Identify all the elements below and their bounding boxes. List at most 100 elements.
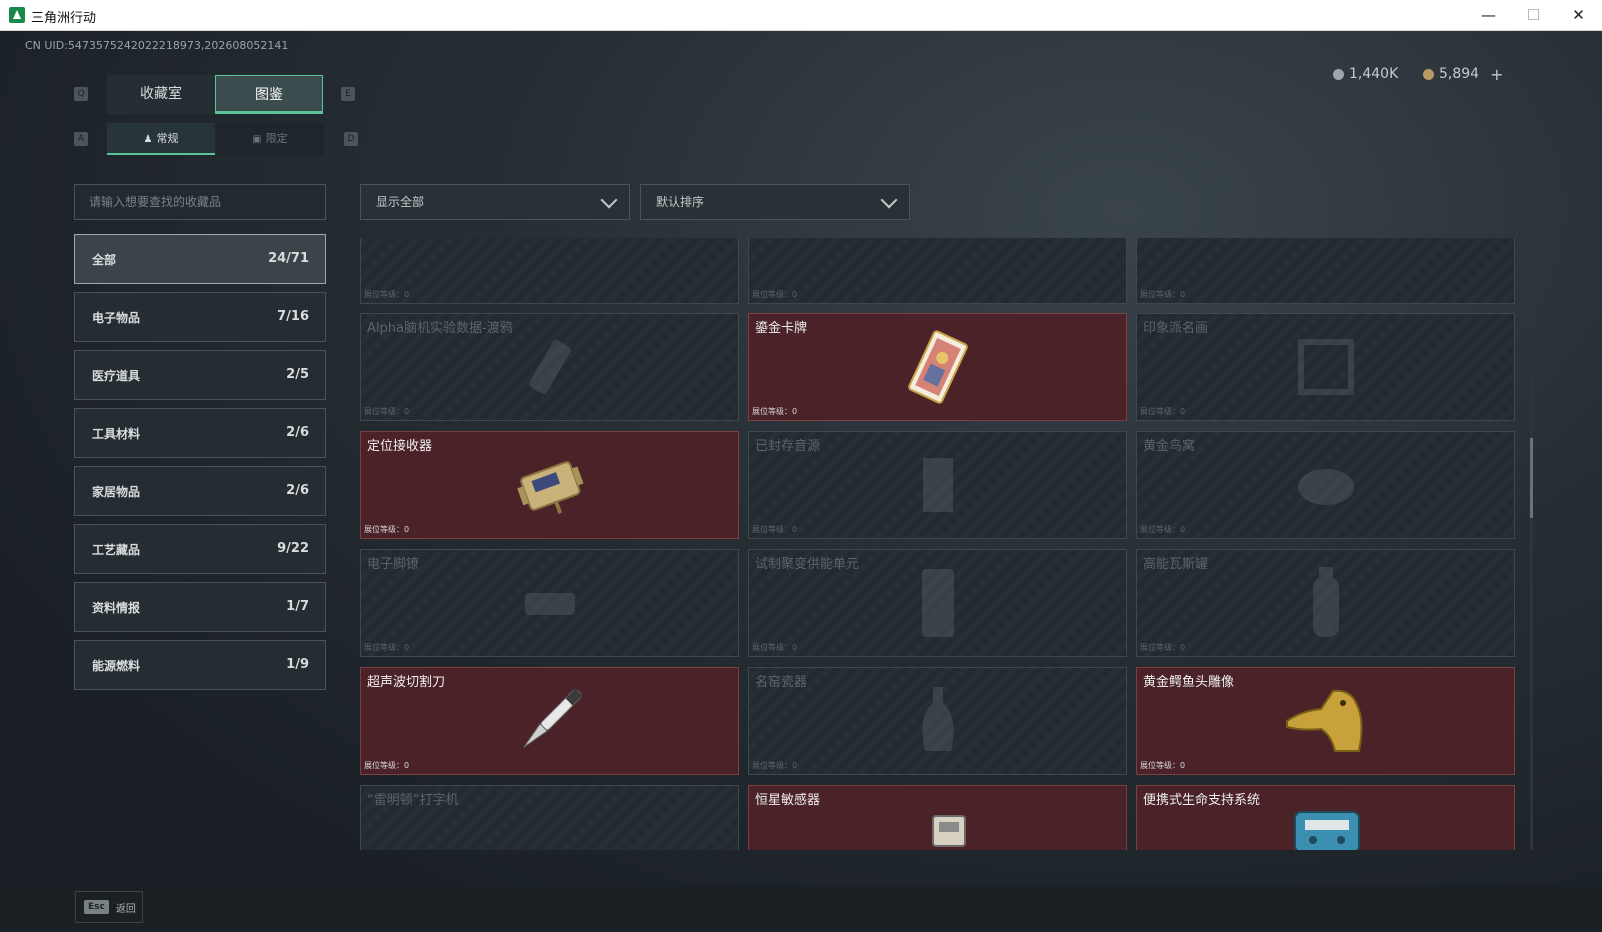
subtab-limited[interactable]: ▣ 限定 — [216, 123, 324, 155]
category-count: 24/71 — [268, 251, 309, 266]
collection-card[interactable]: 高能瓦斯罐 展位等级：0 — [1136, 549, 1515, 657]
collection-card[interactable]: 超声波切割刀 展位等级：0 — [360, 667, 739, 775]
game-viewport: CN UID:5473575242022218973,202608052141 … — [0, 31, 1602, 932]
ankle-monitor-icon — [524, 593, 575, 615]
card-level: 展位等级：0 — [752, 525, 798, 534]
receiver-icon — [516, 461, 583, 514]
collection-card[interactable]: 展位等级：0 — [1136, 238, 1515, 304]
category-name: 全部 — [92, 253, 117, 267]
collection-card[interactable]: 展位等级：0 — [360, 238, 739, 304]
bird-nest-icon — [1297, 469, 1354, 505]
card-level: 展位等级：0 — [364, 643, 410, 652]
card-level: 展位等级：0 — [1140, 525, 1186, 534]
card-title: 已封存音源 — [755, 439, 821, 454]
card-level: 展位等级：0 — [752, 643, 798, 652]
card-title: 恒星敏感器 — [755, 793, 821, 808]
minimize-button[interactable]: — — [1466, 0, 1511, 30]
category-name: 工具材料 — [92, 427, 141, 441]
silver-coin-icon — [1333, 68, 1344, 80]
silver-currency: 1,440K — [1333, 65, 1398, 83]
gold-currency[interactable]: 5,894 + — [1423, 65, 1504, 84]
category-medical[interactable]: 医疗道具 2/5 — [74, 350, 326, 400]
category-name: 医疗道具 — [92, 369, 141, 383]
card-title: 超声波切割刀 — [367, 675, 446, 690]
category-tools[interactable]: 工具材料 2/6 — [74, 408, 326, 458]
card-title: 便携式生命支持系统 — [1143, 793, 1261, 808]
collection-card[interactable]: 名窑瓷器 展位等级：0 — [748, 667, 1127, 775]
collection-card[interactable]: 便携式生命支持系统 展位等级：0 — [1136, 785, 1515, 850]
data-drive-icon — [528, 340, 571, 394]
card-level: 展位等级：0 — [1140, 761, 1186, 770]
category-energy[interactable]: 能源燃料 1/9 — [74, 640, 326, 690]
card-title: 鎏金卡牌 — [755, 321, 808, 336]
card-title: Alpha脑机实验数据-渡鸦 — [367, 321, 513, 336]
collection-card[interactable]: 定位接收器 展位等级：0 — [360, 431, 739, 539]
maximize-button[interactable]: ☐ — [1511, 0, 1556, 30]
collection-card[interactable]: 恒星敏感器 展位等级：0 — [748, 785, 1127, 850]
category-household[interactable]: 家居物品 2/6 — [74, 466, 326, 516]
chevron-down-icon — [880, 191, 898, 209]
grid-scrollbar[interactable] — [1530, 238, 1533, 850]
subtab-regular-label: 常规 — [156, 132, 179, 145]
collection-grid[interactable]: 展位等级：0 展位等级：0 展位等级：0 Alpha脑机实验数据-渡鸦 展位等级… — [360, 238, 1525, 850]
card-title: 试制聚变供能单元 — [755, 557, 860, 572]
card-level: 展位等级：0 — [364, 525, 410, 534]
add-currency-button[interactable]: + — [1490, 65, 1503, 84]
collection-card[interactable]: 展位等级：0 — [748, 238, 1127, 304]
grid-scrollbar-thumb[interactable] — [1530, 438, 1533, 518]
sort-dropdown[interactable]: 默认排序 — [640, 184, 910, 220]
category-crafts[interactable]: 工艺藏品 9/22 — [74, 524, 326, 574]
category-name: 电子物品 — [92, 311, 141, 325]
collection-card[interactable]: 黄金鳄鱼头雕像 展位等级：0 — [1136, 667, 1515, 775]
collection-card[interactable]: Alpha脑机实验数据-渡鸦 展位等级：0 — [360, 313, 739, 421]
back-button[interactable]: Esc 返回 — [75, 891, 143, 923]
card-level: 展位等级：0 — [364, 290, 410, 299]
tab-collection-room[interactable]: 收藏室 — [107, 75, 215, 114]
card-title: 高能瓦斯罐 — [1143, 557, 1209, 572]
silver-value: 1,440K — [1349, 66, 1399, 82]
gold-coin-icon — [1423, 68, 1434, 80]
collection-card[interactable]: 试制聚变供能单元 展位等级：0 — [748, 549, 1127, 657]
collection-card[interactable]: 电子脚镣 展位等级：0 — [360, 549, 739, 657]
category-count: 2/5 — [286, 367, 309, 382]
card-title: 黄金鸟窝 — [1143, 439, 1196, 454]
figure-icon: ♟ — [143, 134, 153, 145]
category-electronics[interactable]: 电子物品 7/16 — [74, 292, 326, 342]
collection-card[interactable]: “雷明顿”打字机 展位等级：0 — [360, 785, 739, 850]
card-title: 名窑瓷器 — [755, 675, 808, 690]
search-input[interactable]: 请输入想要查找的收藏品 — [74, 184, 326, 220]
category-intel[interactable]: 资料情报 1/7 — [74, 582, 326, 632]
category-all[interactable]: 全部 24/71 — [74, 234, 326, 284]
display-filter-dropdown[interactable]: 显示全部 — [360, 184, 630, 220]
card-level: 展位等级：0 — [1140, 407, 1186, 416]
card-title: “雷明顿”打字机 — [367, 793, 459, 808]
card-title: 电子脚镣 — [367, 557, 420, 572]
category-count: 9/22 — [277, 541, 309, 556]
star-sensor-icon — [932, 815, 966, 847]
gilded-card-icon — [907, 330, 968, 404]
bottom-bar — [0, 886, 1602, 932]
tab-atlas[interactable]: 图鉴 — [215, 75, 323, 114]
chevron-down-icon — [600, 191, 618, 209]
card-level: 展位等级：0 — [364, 761, 410, 770]
gas-canister-icon — [1312, 567, 1339, 637]
key-hint-e: E — [341, 87, 355, 101]
category-name: 工艺藏品 — [92, 543, 141, 557]
subtab-regular[interactable]: ♟ 常规 — [107, 123, 215, 155]
card-title: 黄金鳄鱼头雕像 — [1143, 675, 1235, 690]
collection-card[interactable]: 已封存音源 展位等级：0 — [748, 431, 1127, 539]
category-count: 1/9 — [286, 657, 309, 672]
key-hint-a: A — [74, 132, 88, 146]
collection-card[interactable]: 印象派名画 展位等级：0 — [1136, 313, 1515, 421]
gold-value: 5,894 — [1439, 66, 1480, 82]
category-name: 资料情报 — [92, 601, 141, 615]
collection-card[interactable]: 鎏金卡牌 展位等级：0 — [748, 313, 1127, 421]
category-name: 家居物品 — [92, 485, 141, 499]
gold-crocodile-icon — [1285, 689, 1363, 752]
card-level: 展位等级：0 — [1140, 290, 1186, 299]
close-button[interactable]: ✕ — [1556, 0, 1601, 30]
collection-card[interactable]: 黄金鸟窝 展位等级：0 — [1136, 431, 1515, 539]
back-label: 返回 — [115, 903, 136, 915]
card-level: 展位等级：0 — [752, 407, 798, 416]
category-count: 2/6 — [286, 425, 309, 440]
